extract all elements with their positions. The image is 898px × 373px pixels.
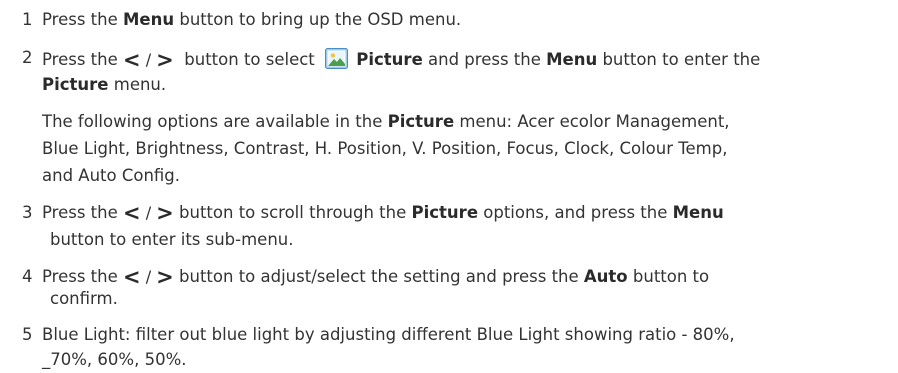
text-run: and Auto Config. <box>42 166 181 185</box>
text-run: button to select <box>173 50 326 69</box>
step-text: and Auto Config. <box>42 166 180 186</box>
bold-term: Auto <box>583 267 628 286</box>
step-text: Press the < / > button to scroll through… <box>42 201 724 225</box>
left-arrow-icon: < <box>123 48 141 72</box>
text-run: Blue Light, Brightness, Contrast, H. Pos… <box>42 139 728 158</box>
bold-term: Menu <box>123 10 175 29</box>
step-number: 4 <box>22 267 33 286</box>
step-text: Press the < / > button to select Picture… <box>42 48 761 72</box>
left-arrow-icon: < <box>123 265 141 289</box>
step-number: 1 <box>22 10 33 29</box>
text-run: button to enter its sub-menu. <box>50 230 294 249</box>
text-run: Blue Light: filter out blue light by adj… <box>42 325 735 344</box>
picture-icon <box>325 48 349 69</box>
bold-term: Picture <box>387 112 455 131</box>
text-run: Press the <box>42 10 123 29</box>
bold-term: Picture <box>411 203 479 222</box>
step-text: The following options are available in t… <box>42 112 730 132</box>
step-number: 3 <box>22 203 33 222</box>
step-text: button to enter its sub-menu. <box>50 230 294 250</box>
text-run: button to scroll through the <box>173 203 412 222</box>
text-run: Press the <box>42 50 123 69</box>
step-text: Blue Light: filter out blue light by adj… <box>42 325 735 345</box>
text-run: menu: Acer ecolor Management, <box>454 112 730 131</box>
text-run: and press the <box>422 50 547 69</box>
text-run: _70%, 60%, 50%. <box>42 350 187 369</box>
right-arrow-icon: > <box>156 48 174 72</box>
separator-text: / <box>140 267 157 286</box>
right-arrow-icon: > <box>156 201 174 225</box>
step-text: Picture menu. <box>42 75 166 95</box>
step-text: _70%, 60%, 50%. <box>42 350 187 370</box>
left-arrow-icon: < <box>123 201 141 225</box>
step-number: 2 <box>22 48 33 67</box>
bold-term: Menu <box>546 50 598 69</box>
bold-term: Menu <box>672 203 724 222</box>
text-run: button to bring up the OSD menu. <box>174 10 462 29</box>
separator-text: / <box>140 203 157 222</box>
step-text: Press the Menu button to bring up the OS… <box>42 10 461 30</box>
step-text: Blue Light, Brightness, Contrast, H. Pos… <box>42 139 727 159</box>
text-run: confirm. <box>50 289 118 308</box>
text-run: button to adjust/select the setting and … <box>173 267 584 286</box>
bold-term: Picture <box>356 50 423 69</box>
step-number: 5 <box>22 325 33 344</box>
text-run: The following options are available in t… <box>42 112 388 131</box>
step-text: confirm. <box>50 289 118 309</box>
text-run: button to <box>627 267 710 286</box>
text-run: Press the <box>42 267 123 286</box>
right-arrow-icon: > <box>156 265 174 289</box>
text-run: button to enter the <box>597 50 761 69</box>
bold-term: Picture <box>42 75 109 94</box>
text-run: Press the <box>42 203 123 222</box>
text-run: options, and press the <box>478 203 673 222</box>
separator-text: / <box>140 50 157 69</box>
text-run: menu. <box>108 75 167 94</box>
step-text: Press the < / > button to adjust/select … <box>42 265 710 289</box>
